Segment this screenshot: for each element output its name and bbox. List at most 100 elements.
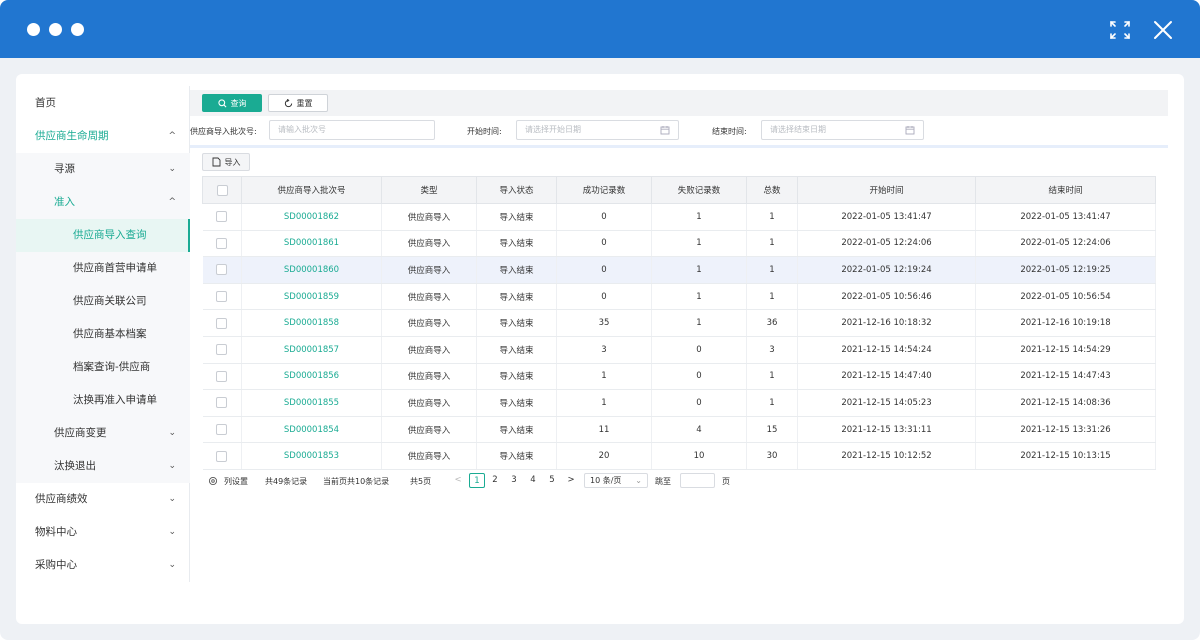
sidebar-item[interactable]: 供应商关联公司 xyxy=(16,285,190,318)
table-cell: 2021-12-15 13:31:26 xyxy=(975,416,1156,444)
row-checkbox-cell[interactable] xyxy=(202,336,242,364)
batch-number-link[interactable]: SD00001856 xyxy=(241,363,382,391)
batch-number-link[interactable]: SD00001862 xyxy=(241,203,382,231)
page-2[interactable]: 2 xyxy=(487,473,503,488)
chevron-down-icon: ⌄ xyxy=(168,461,176,471)
page-3[interactable]: 3 xyxy=(506,473,522,488)
query-button[interactable]: 查询 xyxy=(202,94,262,112)
table-row[interactable]: SD00001856 供应商导入 导入结束 1 0 1 2021-12-15 14:47:4… xyxy=(202,363,1156,391)
batch-number-link[interactable]: SD00001854 xyxy=(241,416,382,444)
row-checkbox[interactable] xyxy=(216,424,228,436)
column-settings-link[interactable]: 列设置 xyxy=(224,476,248,487)
table-cell: 1 xyxy=(746,363,798,391)
col-header[interactable]: 开始时间 xyxy=(797,176,976,204)
import-button[interactable]: 导入 xyxy=(202,153,250,171)
sidebar-item[interactable]: 物料中心 ⌄ xyxy=(16,516,190,549)
table-cell: 0 xyxy=(556,203,652,231)
table-row[interactable]: SD00001859 供应商导入 导入结束 0 1 1 2022-01-05 10:56:4… xyxy=(202,283,1156,311)
batch-number-link[interactable]: SD00001858 xyxy=(241,309,382,337)
row-checkbox-cell[interactable] xyxy=(202,416,242,444)
col-header[interactable]: 导入状态 xyxy=(476,176,557,204)
row-checkbox-cell[interactable] xyxy=(202,203,242,231)
table-row[interactable]: SD00001861 供应商导入 导入结束 0 1 1 2022-01-05 12:24:0… xyxy=(202,230,1156,258)
sidebar-item[interactable]: 汰换再准入申请单 xyxy=(16,384,190,417)
sidebar: 首页 供应商生命周期 ^ 寻源 ⌄ 准入 ^ 供应商导入查询供应商首营申请单 供应商关联公司 供应… xyxy=(16,86,190,582)
window-dot-1[interactable] xyxy=(27,23,40,36)
col-header[interactable]: 成功记录数 xyxy=(556,176,652,204)
col-header[interactable]: 类型 xyxy=(381,176,477,204)
row-checkbox-cell[interactable] xyxy=(202,256,242,284)
row-checkbox-cell[interactable] xyxy=(202,283,242,311)
row-checkbox[interactable] xyxy=(216,397,228,409)
sidebar-item[interactable]: 供应商生命周期 ^ xyxy=(16,120,190,153)
reset-button[interactable]: 重置 xyxy=(268,94,328,112)
table-row[interactable]: SD00001854 供应商导入 导入结束 11 4 15 2021-12-15 13:31… xyxy=(202,416,1156,444)
page-5[interactable]: 5 xyxy=(544,473,560,488)
batch-number-link[interactable]: SD00001855 xyxy=(241,389,382,417)
sidebar-item-label: 供应商导入查询 xyxy=(73,229,147,241)
row-checkbox-cell[interactable] xyxy=(202,363,242,391)
table-cell: 导入结束 xyxy=(476,203,557,231)
sidebar-item[interactable]: 供应商变更 ⌄ xyxy=(16,417,190,450)
batch-number-link[interactable]: SD00001853 xyxy=(241,442,382,470)
sidebar-item[interactable]: 档案查询-供应商 xyxy=(16,351,190,384)
row-checkbox-cell[interactable] xyxy=(202,389,242,417)
batch-number-link[interactable]: SD00001861 xyxy=(241,230,382,258)
batch-number-link[interactable]: SD00001860 xyxy=(241,256,382,284)
table-cell: 2021-12-15 10:12:52 xyxy=(797,442,976,470)
page-4[interactable]: 4 xyxy=(525,473,541,488)
row-checkbox-cell[interactable] xyxy=(202,442,242,470)
table-row[interactable]: SD00001858 供应商导入 导入结束 35 1 36 2021-12-16 10:18… xyxy=(202,309,1156,337)
row-checkbox[interactable] xyxy=(216,291,228,303)
table-cell: 20 xyxy=(556,442,652,470)
table-cell: 2021-12-15 14:54:29 xyxy=(975,336,1156,364)
table-row[interactable]: SD00001862 供应商导入 导入结束 0 1 1 2022-01-05 13:41:4… xyxy=(202,203,1156,231)
row-checkbox[interactable] xyxy=(216,344,228,356)
table-cell: 2022-01-05 10:56:46 xyxy=(797,283,976,311)
sidebar-item[interactable]: 采购中心 ⌄ xyxy=(16,549,190,582)
window-dot-3[interactable] xyxy=(71,23,84,36)
table-row[interactable]: SD00001860 供应商导入 导入结束 0 1 1 2022-01-05 12:19:2… xyxy=(202,256,1156,284)
sidebar-item[interactable]: 供应商导入查询 xyxy=(16,219,190,252)
next-page-button[interactable]: > xyxy=(563,473,579,488)
settings-icon[interactable] xyxy=(208,476,218,486)
row-checkbox[interactable] xyxy=(216,370,228,382)
row-checkbox[interactable] xyxy=(216,264,228,276)
batch-number-input[interactable]: 请输入批次号 xyxy=(269,120,435,140)
select-all-checkbox-cell[interactable] xyxy=(202,176,242,204)
end-date-picker[interactable]: 请选择结束日期 xyxy=(761,120,924,140)
col-header[interactable]: 结束时间 xyxy=(975,176,1156,204)
close-icon[interactable] xyxy=(1151,18,1175,42)
row-checkbox[interactable] xyxy=(216,317,228,329)
sidebar-item[interactable]: 供应商基本档案 xyxy=(16,318,190,351)
jump-page-input[interactable] xyxy=(680,473,715,488)
table-cell: 导入结束 xyxy=(476,363,557,391)
page-1[interactable]: 1 xyxy=(469,473,485,488)
sidebar-item[interactable]: 准入 ^ xyxy=(16,186,190,219)
row-checkbox[interactable] xyxy=(216,450,228,462)
row-checkbox[interactable] xyxy=(216,237,228,249)
page-size-select[interactable]: 10 条/页 ⌄ xyxy=(584,473,648,488)
table-row[interactable]: SD00001853 供应商导入 导入结束 20 10 30 2021-12-15 10:1… xyxy=(202,442,1156,470)
window-dot-2[interactable] xyxy=(49,23,62,36)
start-date-picker[interactable]: 请选择开始日期 xyxy=(516,120,679,140)
col-header[interactable]: 总数 xyxy=(746,176,798,204)
select-all-checkbox[interactable] xyxy=(216,184,228,196)
batch-number-link[interactable]: SD00001857 xyxy=(241,336,382,364)
row-checkbox-cell[interactable] xyxy=(202,309,242,337)
table-cell: 10 xyxy=(651,442,747,470)
col-header[interactable]: 供应商导入批次号 xyxy=(241,176,382,204)
sidebar-item[interactable]: 首页 xyxy=(16,87,190,120)
col-header[interactable]: 失败记录数 xyxy=(651,176,747,204)
prev-page-button[interactable]: < xyxy=(450,473,466,488)
row-checkbox-cell[interactable] xyxy=(202,230,242,258)
table-row[interactable]: SD00001857 供应商导入 导入结束 3 0 3 2021-12-15 14:54:2… xyxy=(202,336,1156,364)
sidebar-item[interactable]: 汰换退出 ⌄ xyxy=(16,450,190,483)
row-checkbox[interactable] xyxy=(216,211,228,223)
expand-icon[interactable] xyxy=(1108,19,1132,41)
batch-number-link[interactable]: SD00001859 xyxy=(241,283,382,311)
sidebar-item[interactable]: 供应商首营申请单 xyxy=(16,252,190,285)
sidebar-item[interactable]: 寻源 ⌄ xyxy=(16,153,190,186)
sidebar-item[interactable]: 供应商绩效 ⌄ xyxy=(16,483,190,516)
table-row[interactable]: SD00001855 供应商导入 导入结束 1 0 1 2021-12-15 14:05:2… xyxy=(202,389,1156,417)
